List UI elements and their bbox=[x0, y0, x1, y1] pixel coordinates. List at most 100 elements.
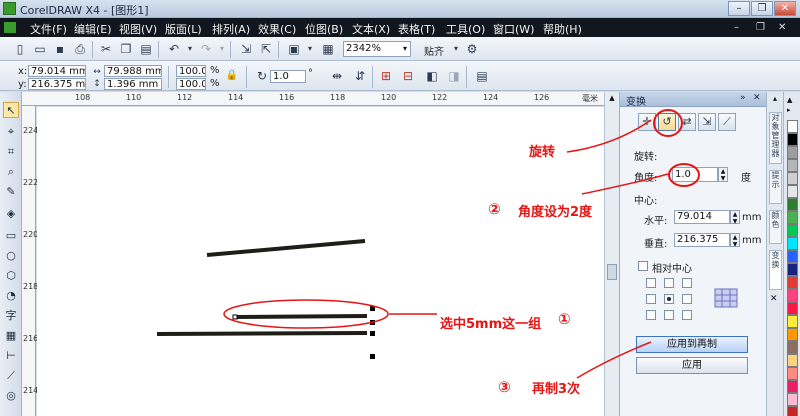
y-position-field[interactable]: 216.375 mm bbox=[28, 78, 86, 90]
height-field[interactable]: 1.396 mm bbox=[104, 78, 162, 90]
export-icon[interactable]: ⇱ bbox=[258, 41, 274, 57]
color-swatch[interactable] bbox=[787, 159, 798, 172]
save-icon[interactable]: ▪ bbox=[52, 41, 68, 57]
color-swatch[interactable] bbox=[787, 393, 798, 406]
color-swatch[interactable] bbox=[787, 380, 798, 393]
tab-color[interactable]: 颜色 bbox=[769, 210, 782, 244]
color-swatch[interactable] bbox=[787, 354, 798, 367]
undo-icon[interactable]: ↶ bbox=[166, 41, 182, 57]
doc-minimize-button[interactable]: – bbox=[734, 22, 739, 33]
menu-layout[interactable]: 版面(L) bbox=[165, 21, 202, 37]
scrollbar-thumb[interactable] bbox=[607, 264, 617, 280]
tabs-scroll-icon[interactable]: ▴ bbox=[769, 94, 781, 104]
color-swatch[interactable] bbox=[787, 185, 798, 198]
outline-tool-icon[interactable]: ◎ bbox=[3, 388, 19, 404]
zoom-level-select[interactable]: 2342% ▾ bbox=[343, 41, 411, 57]
smart-fill-icon[interactable]: ◈ bbox=[3, 206, 19, 222]
menu-file[interactable]: 文件(F) bbox=[30, 21, 67, 37]
close-button[interactable]: ✕ bbox=[774, 1, 796, 16]
anchor-top-center[interactable] bbox=[664, 278, 674, 288]
pick-tool-icon[interactable]: ↖ bbox=[3, 102, 19, 118]
shape-tool-icon[interactable]: ⌖ bbox=[3, 124, 19, 140]
size-mode-icon[interactable]: ⇲ bbox=[698, 113, 716, 131]
palette-flyout-icon[interactable]: ▸ bbox=[787, 106, 791, 114]
anchor-center[interactable] bbox=[664, 294, 674, 304]
basic-shapes-icon[interactable]: ◔ bbox=[3, 288, 19, 304]
redo-dropdown-icon[interactable]: ▾ bbox=[214, 41, 230, 57]
color-swatch[interactable] bbox=[787, 367, 798, 380]
eyedropper-icon[interactable]: ⟋ bbox=[3, 368, 19, 384]
selected-line-group[interactable] bbox=[234, 314, 368, 319]
anchor-middle-left[interactable] bbox=[646, 294, 656, 304]
anchor-bottom-right[interactable] bbox=[682, 310, 692, 320]
ungroup-icon[interactable]: ⊟ bbox=[400, 68, 416, 84]
menu-window[interactable]: 窗口(W) bbox=[493, 21, 534, 37]
options-icon[interactable]: ⚙ bbox=[464, 41, 480, 57]
color-swatch[interactable] bbox=[787, 211, 798, 224]
selection-handle[interactable] bbox=[370, 331, 375, 336]
scale-y-field[interactable]: 100.0 bbox=[176, 78, 206, 90]
drawing-canvas[interactable] bbox=[37, 107, 604, 416]
menu-bitmaps[interactable]: 位图(B) bbox=[305, 21, 343, 37]
palette-scroll-up-icon[interactable]: ▲ bbox=[787, 96, 792, 104]
color-swatch[interactable] bbox=[787, 289, 798, 302]
menu-view[interactable]: 视图(V) bbox=[119, 21, 157, 37]
zoom-tool-icon[interactable]: ⌕ bbox=[3, 164, 19, 180]
color-swatch[interactable] bbox=[787, 328, 798, 341]
relative-center-checkbox[interactable] bbox=[638, 261, 648, 271]
tab-close-icon[interactable]: ✕ bbox=[770, 294, 778, 304]
doc-close-button[interactable]: ✕ bbox=[778, 22, 786, 33]
color-swatch[interactable] bbox=[787, 146, 798, 159]
color-swatch[interactable] bbox=[787, 250, 798, 263]
snap-dropdown-icon[interactable]: ▾ bbox=[448, 41, 464, 57]
menu-edit[interactable]: 编辑(E) bbox=[74, 21, 112, 37]
color-swatch[interactable] bbox=[787, 172, 798, 185]
text-tool-icon[interactable]: 字 bbox=[3, 308, 19, 324]
anchor-bottom-left[interactable] bbox=[646, 310, 656, 320]
mirror-horizontal-icon[interactable]: ⇹ bbox=[329, 68, 345, 84]
rectangle-tool-icon[interactable]: ▭ bbox=[3, 228, 19, 244]
base-line[interactable] bbox=[156, 331, 368, 336]
application-launcher-icon[interactable]: ▣ bbox=[286, 41, 302, 57]
tab-object-manager[interactable]: 对象管理器 bbox=[769, 112, 782, 164]
color-swatch[interactable] bbox=[787, 341, 798, 354]
color-swatch[interactable] bbox=[787, 237, 798, 250]
polygon-tool-icon[interactable]: ⬡ bbox=[3, 268, 19, 284]
lock-ratio-icon[interactable]: 🔒 bbox=[224, 68, 240, 84]
color-swatch[interactable] bbox=[787, 315, 798, 328]
redo-icon[interactable]: ↷ bbox=[198, 41, 214, 57]
restore-button[interactable]: ❐ bbox=[751, 1, 773, 16]
color-swatch[interactable] bbox=[787, 276, 798, 289]
ellipse-tool-icon[interactable]: ○ bbox=[3, 248, 19, 264]
anchor-top-right[interactable] bbox=[682, 278, 692, 288]
center-x-spinner[interactable]: ▲ ▼ bbox=[730, 210, 740, 225]
menu-text[interactable]: 文本(X) bbox=[352, 21, 390, 37]
freehand-tool-icon[interactable]: ✎ bbox=[3, 184, 19, 200]
menu-effects[interactable]: 效果(C) bbox=[258, 21, 296, 37]
snap-to-dropdown[interactable]: 贴齐 bbox=[424, 43, 444, 58]
open-icon[interactable]: ▭ bbox=[32, 41, 48, 57]
new-document-icon[interactable]: ▯ bbox=[12, 41, 28, 57]
width-field[interactable]: 79.988 mm bbox=[104, 65, 162, 77]
menu-help[interactable]: 帮助(H) bbox=[543, 21, 582, 37]
undo-dropdown-icon[interactable]: ▾ bbox=[182, 41, 198, 57]
menu-tools[interactable]: 工具(O) bbox=[446, 21, 485, 37]
docker-close-icon[interactable]: ✕ bbox=[753, 93, 761, 103]
minimize-button[interactable]: – bbox=[728, 1, 750, 16]
launcher-dropdown-icon[interactable]: ▾ bbox=[302, 41, 318, 57]
anchor-top-left[interactable] bbox=[646, 278, 656, 288]
copy-icon[interactable]: ❐ bbox=[118, 41, 134, 57]
scroll-up-icon[interactable]: ▲ bbox=[607, 94, 617, 104]
group-icon[interactable]: ⊞ bbox=[378, 68, 394, 84]
cut-icon[interactable]: ✂ bbox=[98, 41, 114, 57]
align-distribute-icon[interactable]: ▤ bbox=[474, 68, 490, 84]
color-swatch[interactable] bbox=[787, 406, 798, 416]
crop-tool-icon[interactable]: ⌗ bbox=[3, 144, 19, 160]
center-y-spinner[interactable]: ▲ ▼ bbox=[730, 233, 740, 248]
welcome-screen-icon[interactable]: ▦ bbox=[320, 41, 336, 57]
selection-handle[interactable] bbox=[370, 354, 375, 359]
dimension-tool-icon[interactable]: ⊢ bbox=[3, 348, 19, 364]
color-swatch[interactable] bbox=[787, 263, 798, 276]
mirror-vertical-icon[interactable]: ⇵ bbox=[352, 68, 368, 84]
rotated-line-1[interactable] bbox=[206, 239, 366, 257]
